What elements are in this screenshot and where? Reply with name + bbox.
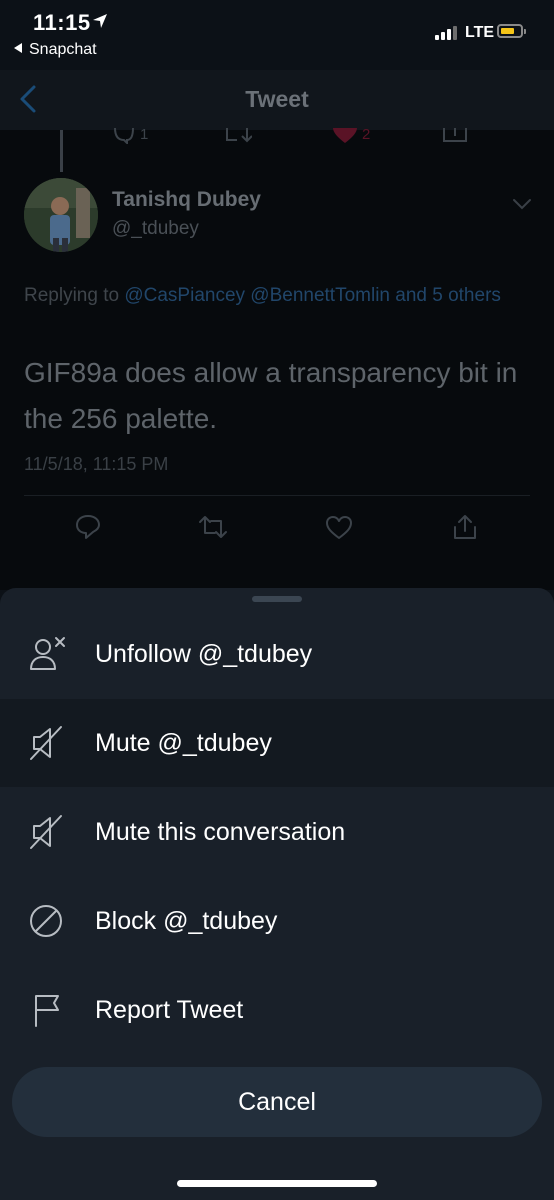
status-bar: 11:15 Snapchat LTE (0, 0, 554, 70)
retweet-icon[interactable] (197, 513, 229, 541)
block-icon (30, 905, 62, 937)
sheet-grabber[interactable] (252, 596, 302, 602)
reply-icon[interactable] (112, 128, 136, 144)
status-time: 11:15 (33, 10, 91, 35)
back-app-label: Snapchat (29, 41, 97, 58)
tweet-timestamp: 11/5/18, 11:15 PM (24, 454, 169, 474)
mute-icon (30, 726, 62, 760)
page-title: Tweet (245, 86, 309, 112)
avatar-photo (24, 178, 98, 252)
reply-icon[interactable] (74, 513, 102, 541)
menu-item-label: Block @_tdubey (95, 907, 278, 935)
author-handle[interactable]: @_tdubey (112, 218, 199, 240)
chevron-down-icon[interactable] (512, 198, 532, 210)
author-name[interactable]: Tanishq Dubey (112, 188, 261, 212)
home-indicator[interactable] (177, 1180, 377, 1187)
menu-item-mute-conversation[interactable]: Mute this conversation (0, 788, 554, 876)
menu-item-report[interactable]: Report Tweet (0, 966, 554, 1054)
menu-item-label: Unfollow @_tdubey (95, 640, 313, 668)
menu-item-label: Mute this conversation (95, 818, 346, 846)
menu-item-block[interactable]: Block @_tdubey (0, 877, 554, 965)
menu-item-mute-user[interactable]: Mute @_tdubey (0, 699, 554, 787)
author-avatar[interactable] (24, 178, 98, 252)
share-icon[interactable] (442, 128, 468, 144)
replying-to: Replying to @CasPiancey @BennettTomlin a… (24, 280, 524, 312)
back-to-app-link[interactable]: Snapchat (14, 41, 97, 59)
cellular-signal-icon (435, 26, 459, 40)
network-type: LTE (465, 24, 495, 41)
action-sheet: Unfollow @_tdubey Mute @_tdubey Mute thi… (0, 588, 554, 1200)
menu-item-unfollow[interactable]: Unfollow @_tdubey (0, 610, 554, 698)
nav-header: Tweet (0, 70, 554, 130)
like-count: 2 (362, 126, 371, 143)
unfollow-icon (30, 637, 65, 670)
flag-icon (35, 995, 59, 1027)
retweet-icon[interactable] (222, 128, 252, 144)
divider (24, 495, 530, 496)
like-icon[interactable] (324, 513, 354, 541)
tweet-detail: 1 2 Tanishq Dubey @_tdubey Replying to @… (0, 126, 554, 590)
cancel-label: Cancel (238, 1088, 316, 1116)
location-arrow-icon (93, 14, 107, 28)
cancel-button[interactable]: Cancel (12, 1067, 542, 1137)
reply-count: 1 (140, 126, 149, 143)
replying-mentions-link[interactable]: @CasPiancey @BennettTomlin and 5 others (124, 285, 501, 306)
back-triangle-icon (14, 43, 22, 53)
replying-prefix: Replying to (24, 285, 125, 306)
thread-connector (60, 130, 63, 172)
share-icon[interactable] (451, 513, 479, 541)
menu-item-label: Mute @_tdubey (95, 729, 272, 757)
mute-conversation-icon (30, 815, 62, 849)
menu-item-label: Report Tweet (95, 996, 244, 1024)
like-filled-icon[interactable] (332, 128, 358, 144)
battery-icon (497, 24, 526, 38)
tweet-text: GIF89a does allow a transparency bit in … (24, 357, 518, 434)
